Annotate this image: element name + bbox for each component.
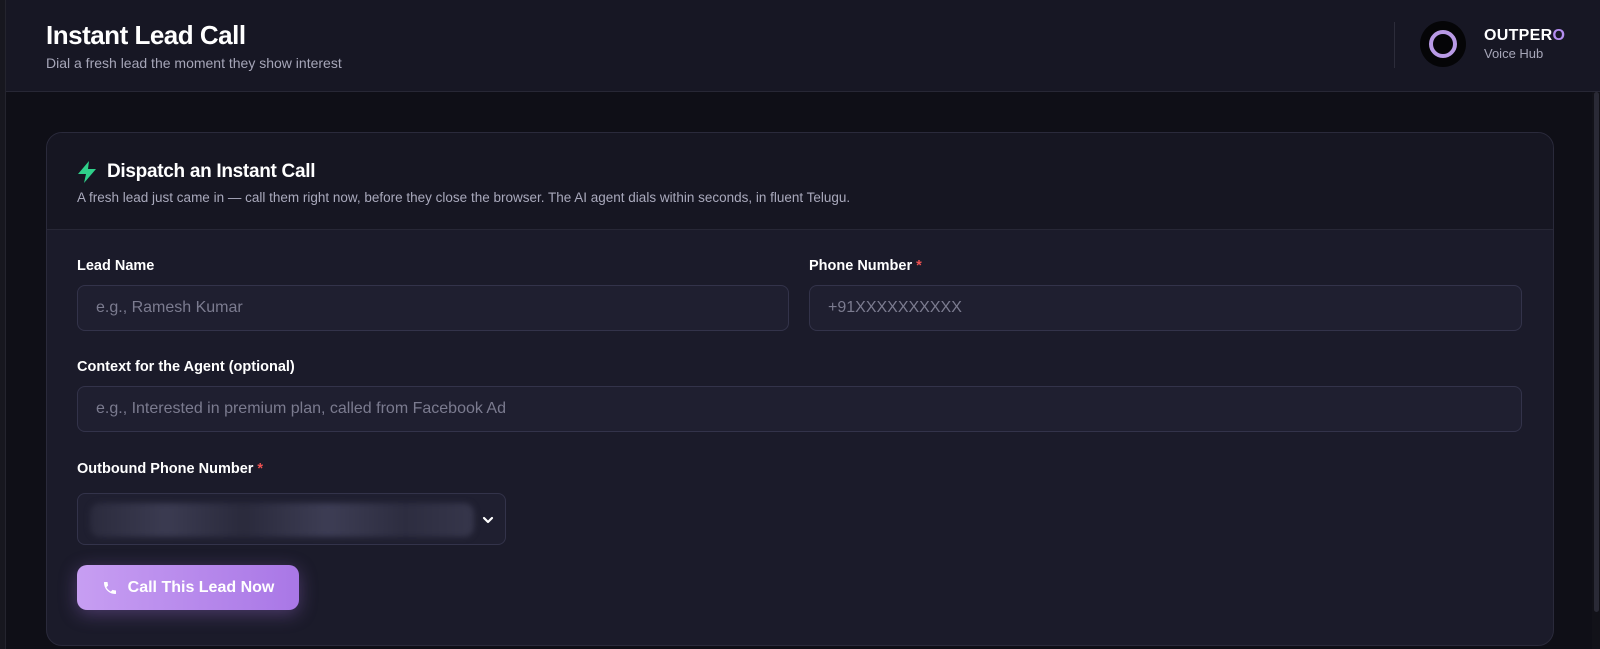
page-subtitle: Dial a fresh lead the moment they show i… xyxy=(46,55,342,71)
phone-number-label: Phone Number * xyxy=(809,258,922,274)
outbound-number-label: Outbound Phone Number * xyxy=(77,461,263,477)
card-title: Dispatch an Instant Call xyxy=(107,161,316,182)
context-label-text: Context for the Agent (optional) xyxy=(77,359,295,375)
brand-subtitle: Voice Hub xyxy=(1484,46,1544,61)
ring-logo-icon xyxy=(1420,21,1466,67)
brand-name-main: OUTPER xyxy=(1484,27,1553,44)
lead-name-label: Lead Name xyxy=(77,258,154,274)
phone-number-input[interactable] xyxy=(809,285,1522,331)
call-lead-button[interactable]: Call This Lead Now xyxy=(77,565,299,610)
brand-name: OUTPERO xyxy=(1484,27,1565,45)
chevron-down-icon xyxy=(482,516,494,524)
outbound-number-label-text: Outbound Phone Number xyxy=(77,461,254,477)
card-header: Dispatch an Instant Call A fresh lead ju… xyxy=(47,133,1553,230)
page-header: Instant Lead Call Dial a fresh lead the … xyxy=(6,0,1600,92)
header-divider xyxy=(1394,22,1395,68)
lead-name-label-text: Lead Name xyxy=(77,258,155,274)
left-rail xyxy=(0,0,6,649)
phone-number-label-text: Phone Number xyxy=(809,258,913,274)
card-description: A fresh lead just came in — call them ri… xyxy=(77,190,851,205)
context-label: Context for the Agent (optional) xyxy=(77,359,295,375)
required-asterisk: * xyxy=(257,461,264,477)
page-title: Instant Lead Call xyxy=(46,20,246,50)
bolt-icon xyxy=(78,161,96,183)
required-asterisk: * xyxy=(916,258,922,274)
brand-name-accent: O xyxy=(1552,27,1566,44)
lead-name-input[interactable] xyxy=(77,285,789,331)
outbound-number-select[interactable] xyxy=(77,493,506,545)
redacted-selected-value xyxy=(90,503,474,537)
scrollbar-thumb[interactable] xyxy=(1594,92,1599,612)
phone-icon xyxy=(103,581,116,594)
call-lead-button-label: Call This Lead Now xyxy=(127,578,275,596)
context-input[interactable] xyxy=(77,386,1522,432)
instant-call-card: Dispatch an Instant Call A fresh lead ju… xyxy=(46,132,1554,646)
